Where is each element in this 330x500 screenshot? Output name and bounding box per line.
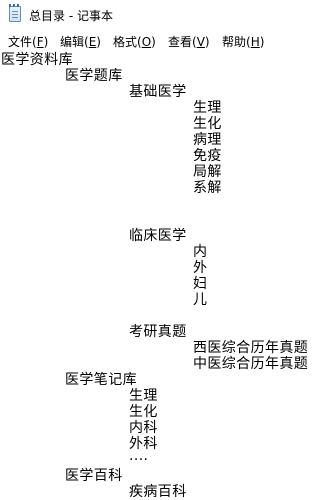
menu-format-accelerator: O xyxy=(141,35,152,49)
menu-bar: 文件(F) 编辑(E) 格式(O) 查看(V) 帮助(H) xyxy=(0,30,330,50)
text-line: 妇 xyxy=(193,276,208,292)
text-editor-area[interactable]: 医学资料库 医学题库 基础医学 生理 生化 病理 免疫 局解 系解 临床医学 内… xyxy=(0,50,330,500)
text-line: 内 xyxy=(193,244,208,260)
menu-view-close: ) xyxy=(204,35,210,49)
menu-view-accelerator: V xyxy=(196,35,205,49)
menu-help-close: ) xyxy=(259,35,265,49)
menu-help[interactable]: 帮助(H) xyxy=(222,33,264,50)
text-line: 临床医学 xyxy=(129,228,187,244)
notepad-icon xyxy=(9,4,21,22)
menu-edit[interactable]: 编辑(E) xyxy=(60,33,101,50)
text-line: 外科 xyxy=(129,436,158,452)
text-line: 医学资料库 xyxy=(1,52,73,68)
menu-edit-close: ) xyxy=(96,35,101,49)
text-line: 免疫 xyxy=(193,148,222,164)
text-line: 外 xyxy=(193,260,208,276)
text-line: 医学百科 xyxy=(65,468,123,484)
menu-view-label: 查看( xyxy=(168,35,197,49)
text-line: 考研真题 xyxy=(129,324,187,340)
text-line: 基础医学 xyxy=(129,84,187,100)
text-line: 生化 xyxy=(129,404,158,420)
menu-format-close: ) xyxy=(151,35,156,49)
menu-file-accelerator: F xyxy=(36,35,44,49)
title-bar[interactable]: 总目录 - 记事本 xyxy=(0,0,330,30)
text-line: 生理 xyxy=(129,388,158,404)
text-line: 疾病百科 xyxy=(129,484,187,500)
menu-help-accelerator: H xyxy=(250,35,260,49)
menu-edit-label: 编辑( xyxy=(60,35,89,49)
text-line: 医学题库 xyxy=(65,68,123,84)
menu-view[interactable]: 查看(V) xyxy=(168,33,210,50)
text-line: 中医综合历年真题 xyxy=(193,356,309,372)
text-line: 儿 xyxy=(193,292,208,308)
menu-file-label: 文件( xyxy=(8,35,37,49)
window-title: 总目录 - 记事本 xyxy=(29,9,113,23)
text-line: 生理 xyxy=(193,100,222,116)
text-line: 内科 xyxy=(129,420,158,436)
text-line: 局解 xyxy=(193,164,222,180)
text-line: 西医综合历年真题 xyxy=(193,340,309,356)
menu-format-label: 格式( xyxy=(113,35,142,49)
menu-format[interactable]: 格式(O) xyxy=(113,33,156,50)
text-line: 病理 xyxy=(193,132,222,148)
menu-help-label: 帮助( xyxy=(222,35,251,49)
menu-file-close: ) xyxy=(43,35,49,49)
menu-file[interactable]: 文件(F) xyxy=(8,33,48,50)
text-line: 生化 xyxy=(193,116,222,132)
text-line: 系解 xyxy=(193,180,222,196)
text-line: 医学笔记库 xyxy=(65,372,137,388)
notepad-window: 总目录 - 记事本 文件(F) 编辑(E) 格式(O) 查看(V) 帮助(H) … xyxy=(0,0,330,500)
text-line: ···· xyxy=(129,452,149,468)
